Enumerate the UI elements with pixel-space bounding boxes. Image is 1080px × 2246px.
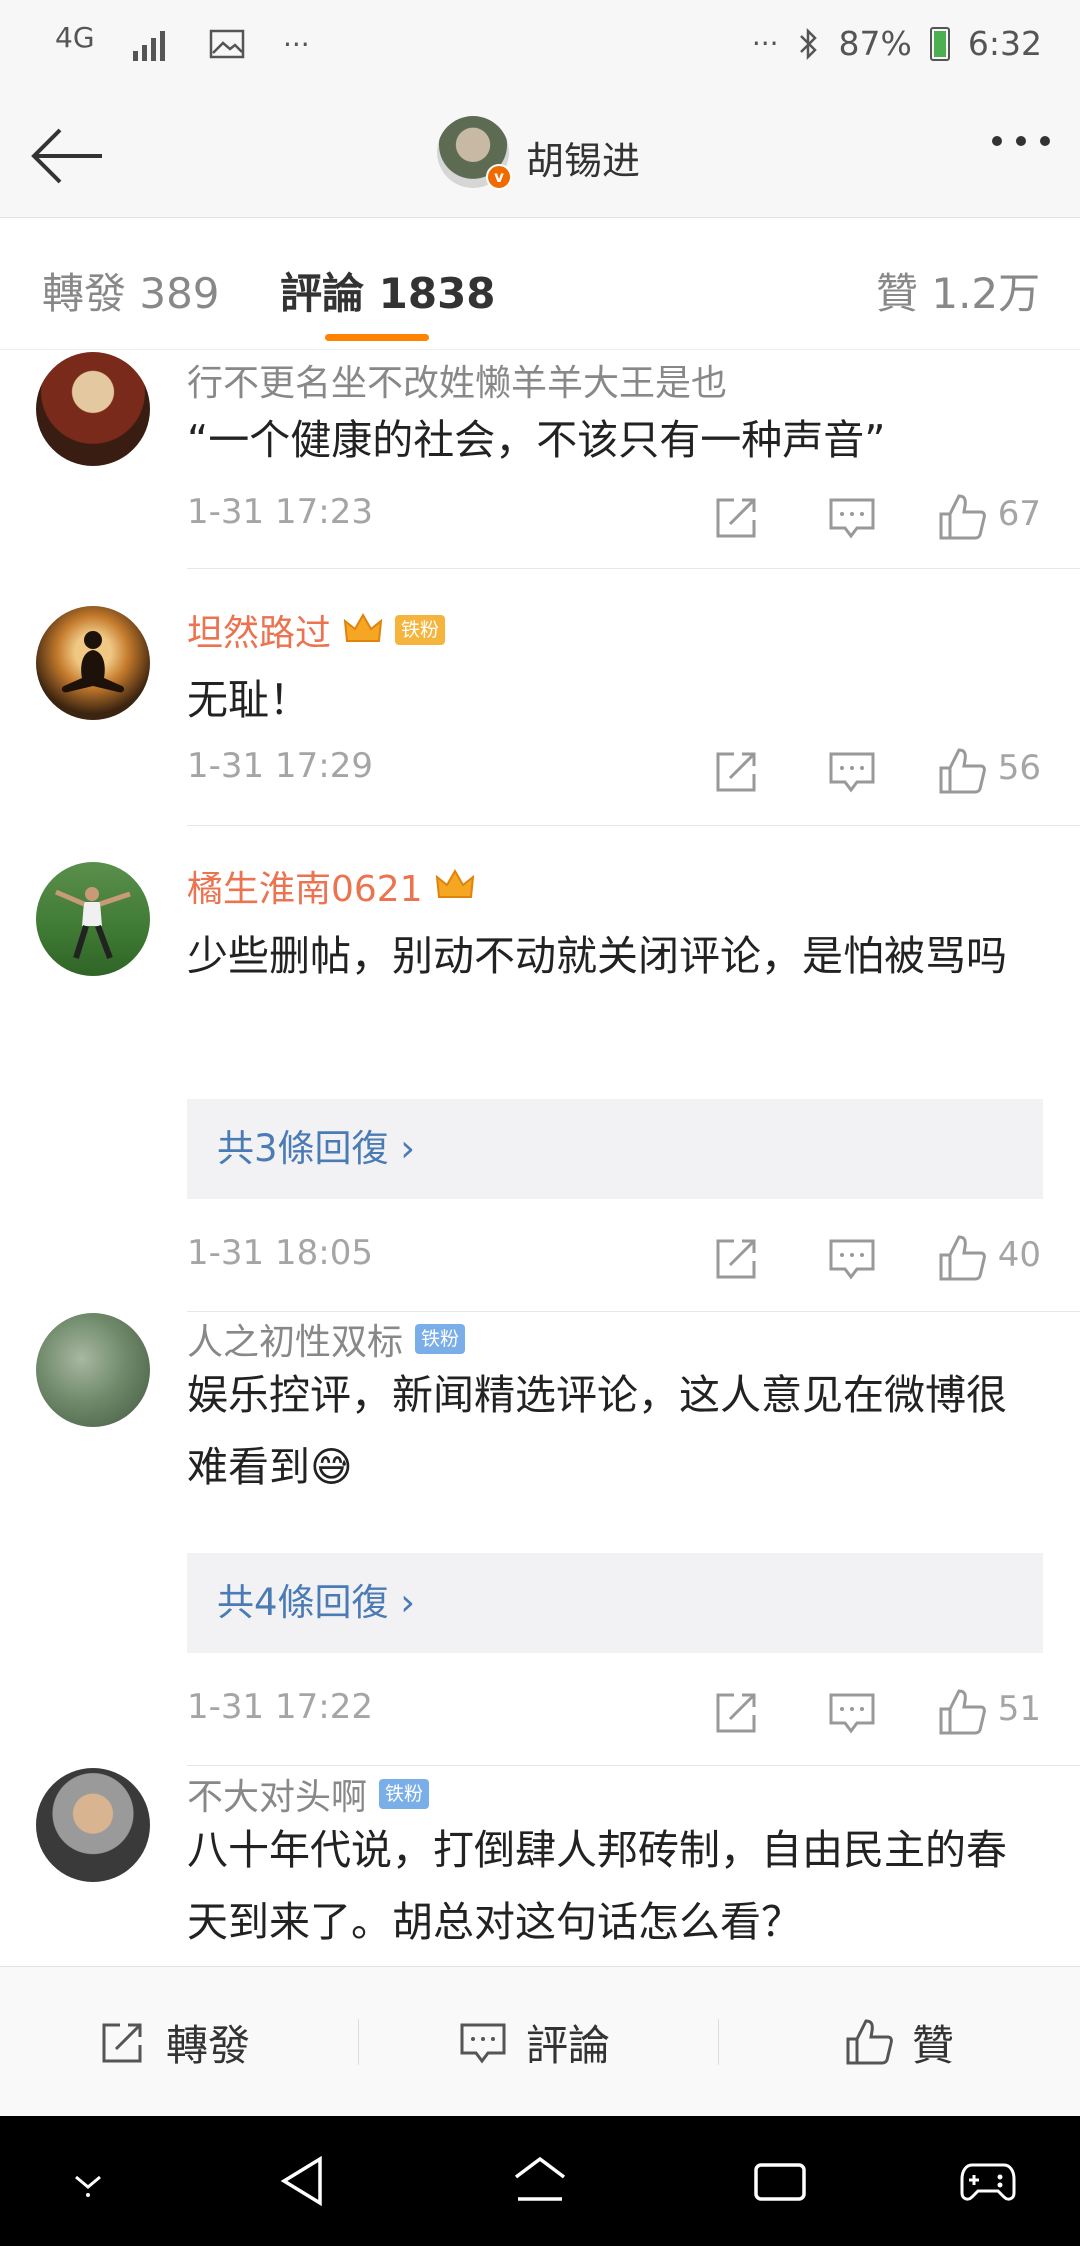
gamepad-icon[interactable] [958,2151,1018,2211]
dot-icon [1040,136,1050,146]
tab-likes[interactable]: 贊 1.2万 [876,260,1040,321]
back-icon[interactable] [272,2151,332,2211]
crown-icon [343,612,383,642]
repost-icon[interactable] [712,746,762,796]
iron-fan-badge: 铁粉 [379,1779,430,1809]
more-options-button[interactable] [992,136,1050,146]
home-icon[interactable] [510,2151,570,2211]
comment-icon[interactable] [827,746,877,796]
comment-username[interactable]: 人之初性双标 铁粉 [187,1313,466,1365]
back-arrow-icon[interactable] [28,116,108,196]
bluetooth-icon [799,27,817,60]
more-status-right: ··· [751,27,779,60]
comment-text: 无耻！ [187,676,310,724]
comment-text: 少些删帖，别动不动就关闭评论，是怕被骂吗 [187,932,1007,980]
dot-icon [992,136,1002,146]
sweat-smile-emoji: 😅 [310,1443,353,1491]
system-nav-bar [0,2116,1080,2246]
comment-meta: 1-31 17:23 67 [187,492,1043,542]
comment-time: 1-31 18:05 [187,1233,373,1273]
battery-icon [929,26,950,61]
comment-icon[interactable] [827,492,877,542]
user-avatar[interactable] [36,606,150,720]
user-avatar[interactable] [36,1313,150,1427]
divider [358,2019,359,2065]
signal-icon [133,31,165,61]
comment-button[interactable]: 評論 [458,1967,610,2117]
athlete-icon [55,887,131,960]
comment-username[interactable]: 行不更名坐不改姓懒羊羊大王是也 [187,354,727,406]
comment-text: 八十年代说，打倒肆人邦砖制，自由民主的春天到来了。胡总对这句话怎么看？ [187,1826,1007,1946]
comment-username[interactable]: 坦然路过 铁粉 [187,604,446,656]
thumbs-up-icon [846,2019,893,2065]
comment-meta: 1-31 18:05 40 [187,1233,1043,1283]
author-name[interactable]: 胡锡进 [526,130,640,185]
comment-username[interactable]: 不大对头啊 铁粉 [187,1768,430,1820]
user-avatar[interactable] [36,1768,150,1882]
divider [718,2019,719,2065]
comment-meta: 1-31 17:29 56 [187,746,1043,796]
comment-time: 1-31 17:22 [187,1687,373,1727]
thumbs-up-icon[interactable] [937,1687,987,1737]
dot-icon [1016,136,1026,146]
tab-bar: 轉發 389 評論 1838 贊 1.2万 [0,218,1080,350]
divider [187,568,1080,569]
repost-button[interactable]: 轉發 [98,1967,250,2117]
comment-text: “一个健康的社会，不该只有一种声音” [187,416,886,464]
like-count: 56 [997,748,1041,788]
iron-fan-badge: 铁粉 [415,1324,466,1354]
recent-apps-icon[interactable] [750,2151,810,2211]
repost-icon[interactable] [712,492,762,542]
bottom-action-bar: 轉發 評論 贊 [0,1966,1080,2116]
verified-badge: v [486,164,512,190]
divider [187,825,1080,826]
comment-list[interactable]: 行不更名坐不改姓懒羊羊大王是也 “一个健康的社会，不该只有一种声音” 1-31 … [0,350,1080,1966]
thumbs-up-icon[interactable] [937,746,987,796]
view-replies-link[interactable]: 共3條回復 › [187,1099,1043,1199]
crown-icon [435,868,474,898]
comment-text: 娱乐控评，新闻精选评论，这人意见在微博很难看到😅 [187,1371,1007,1491]
comment-meta: 1-31 17:22 51 [187,1687,1043,1737]
battery-percent: 87% [838,24,912,63]
iron-fan-badge: 铁粉 [395,615,446,645]
repost-icon[interactable] [712,1233,762,1283]
thumbs-up-icon[interactable] [937,492,987,542]
comment-icon [460,2023,506,2064]
status-bar: 4G ··· ··· 87% 6:32 [0,0,1080,92]
divider [187,1765,1080,1766]
repost-icon[interactable] [712,1687,762,1737]
view-replies-link[interactable]: 共4條回復 › [187,1553,1043,1653]
more-status-left: ··· [283,27,310,61]
thumbs-up-icon[interactable] [937,1233,987,1283]
comment-time: 1-31 17:29 [187,746,373,786]
divider [187,1311,1080,1312]
top-header: v 胡锡进 [0,92,1080,218]
like-count: 51 [997,1689,1041,1729]
chevron-down-icon[interactable] [58,2151,118,2211]
tab-comments[interactable]: 評論 1838 [280,260,496,321]
user-avatar[interactable] [36,352,150,466]
user-avatar[interactable] [36,862,150,976]
like-count: 40 [997,1235,1041,1275]
comment-icon[interactable] [827,1687,877,1737]
active-tab-indicator [325,334,429,341]
tab-repost[interactable]: 轉發 389 [42,260,220,321]
comment-time: 1-31 17:23 [187,492,373,532]
clock: 6:32 [967,24,1042,63]
meditation-figure-icon [61,631,125,693]
gallery-icon [209,29,245,59]
like-button[interactable]: 贊 [844,1967,954,2117]
repost-icon [102,2023,142,2063]
comment-icon[interactable] [827,1233,877,1283]
network-icon: 4G [55,21,95,54]
like-count: 67 [997,494,1041,534]
comment-username[interactable]: 橘生淮南0621 [187,860,475,912]
